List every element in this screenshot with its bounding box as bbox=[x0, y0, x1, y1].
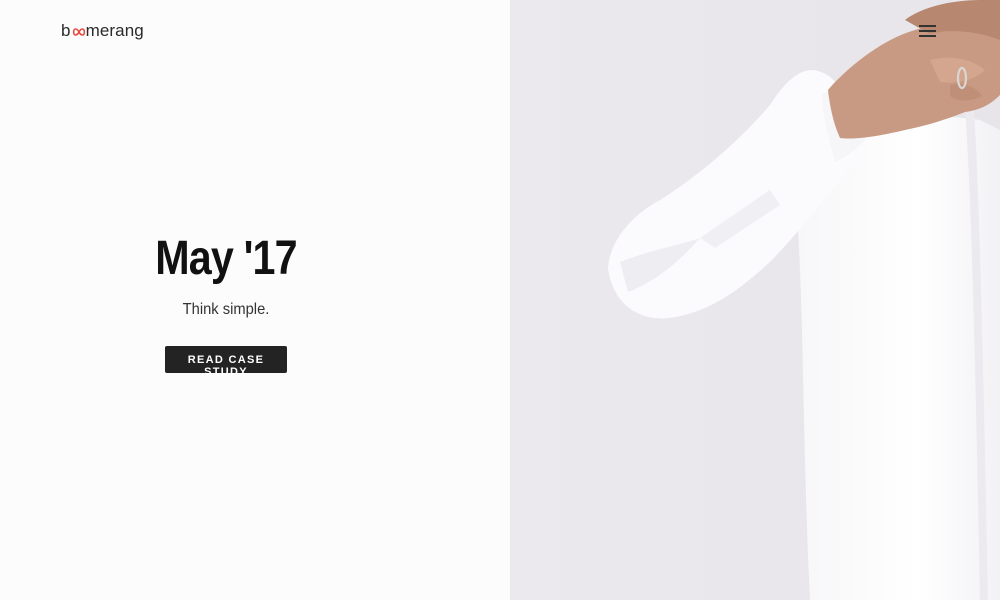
logo-text-start: b bbox=[61, 21, 71, 40]
infinity-loop-icon bbox=[72, 28, 85, 36]
brand-logo[interactable]: b merang bbox=[61, 21, 144, 41]
hero-panel: b merang May '17 Think simple. READ CASE… bbox=[0, 0, 510, 600]
logo-text-end: merang bbox=[85, 21, 144, 40]
hero-title: May '17 bbox=[155, 232, 297, 285]
hero-image-panel bbox=[510, 0, 1000, 600]
read-case-study-button[interactable]: READ CASE STUDY bbox=[165, 346, 287, 378]
shirt-photo bbox=[510, 0, 1000, 600]
page: b merang May '17 Think simple. READ CASE… bbox=[0, 0, 1000, 600]
hero-subtitle: Think simple. bbox=[182, 301, 270, 318]
hero-content: May '17 Think simple. READ CASE STUDY bbox=[0, 228, 452, 380]
hamburger-menu-icon[interactable] bbox=[919, 25, 936, 39]
